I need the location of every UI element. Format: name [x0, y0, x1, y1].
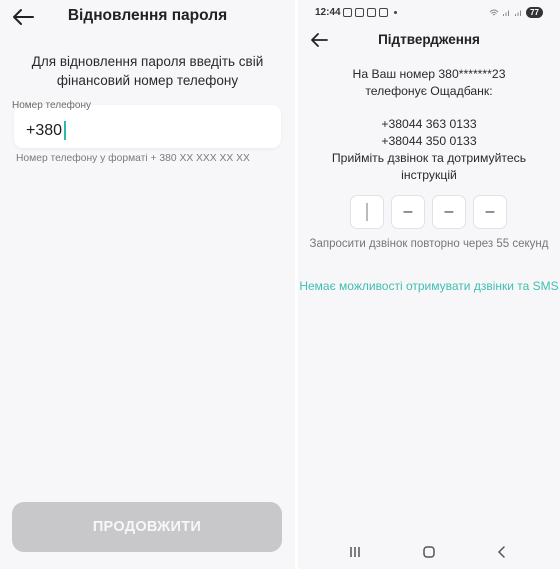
- signal-icon: [503, 10, 510, 16]
- phone-input-field[interactable]: +380: [14, 105, 281, 148]
- code-digit-input[interactable]: –: [473, 195, 507, 229]
- confirmation-screen: 12:44 77 Підтвердження На Ваш номер 380*…: [298, 0, 560, 569]
- phone-field-label: Номер телефону: [12, 100, 91, 111]
- recovery-description: Для відновлення пароля введіть свій фіна…: [31, 54, 264, 88]
- text-caret: [64, 121, 67, 140]
- text-caret: [366, 203, 368, 221]
- system-navigation-bar: [298, 540, 560, 564]
- notification-icon: [367, 8, 376, 17]
- recent-apps-icon[interactable]: [345, 544, 365, 560]
- notification-icon: [379, 8, 388, 17]
- phone-format-hint: Номер телефону у форматі + 380 XX XXX XX…: [16, 153, 250, 164]
- code-digit-input[interactable]: –: [391, 195, 425, 229]
- call-info-line: телефонує Ощадбанк:: [365, 84, 493, 98]
- more-notifications-dot: [394, 11, 397, 14]
- notification-icon: [343, 8, 352, 17]
- wifi-icon: [489, 9, 499, 15]
- home-icon[interactable]: [419, 544, 439, 560]
- call-info-line: На Ваш номер 380*******23: [352, 67, 506, 81]
- battery-indicator: 77: [526, 7, 543, 18]
- page-title: Підтвердження: [378, 32, 480, 47]
- page-title: Відновлення пароля: [67, 7, 228, 24]
- password-recovery-screen: Відновлення пароля Для відновлення парол…: [0, 0, 295, 569]
- code-digit-input[interactable]: –: [432, 195, 466, 229]
- status-bar: 12:44 77: [298, 0, 560, 24]
- signal-icon: [515, 10, 522, 16]
- system-icons: 77: [489, 7, 543, 18]
- notification-icons: [343, 8, 397, 17]
- notification-icon: [355, 8, 364, 17]
- phone-input-value[interactable]: +380: [26, 121, 67, 140]
- no-calls-link[interactable]: Немає можливості отримувати дзвінки та S…: [298, 279, 560, 293]
- status-time: 12:44: [315, 7, 341, 18]
- instruction-line: Прийміть дзвінок та дотримуйтесь: [331, 151, 527, 165]
- back-nav-icon[interactable]: [492, 544, 512, 560]
- code-input-row: – – –: [350, 195, 507, 229]
- bank-phone-number: +38044 363 0133: [381, 117, 477, 131]
- phone-value-text: +380: [26, 121, 63, 139]
- code-digit-input[interactable]: [350, 195, 384, 229]
- bank-phone-number: +38044 350 0133: [381, 134, 477, 148]
- instruction-line: інструкцій: [401, 168, 457, 182]
- resend-countdown: Запросити дзвінок повторно через 55 секу…: [309, 238, 549, 250]
- continue-button[interactable]: ПРОДОВЖИТИ: [12, 502, 282, 552]
